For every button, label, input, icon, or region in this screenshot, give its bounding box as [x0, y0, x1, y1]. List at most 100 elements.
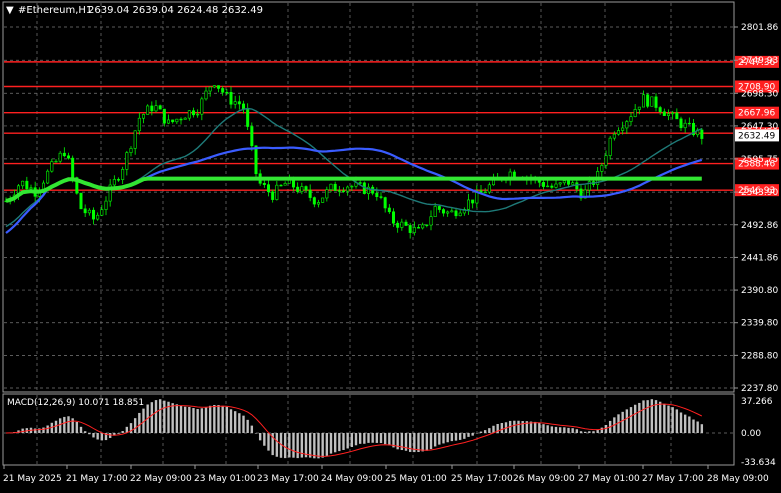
- macd-histogram-bar: [259, 433, 261, 440]
- candle-body: [30, 188, 32, 189]
- macd-histogram-bar: [251, 426, 253, 433]
- candle-body: [571, 183, 573, 185]
- price-tick-label: 2339.80: [741, 319, 778, 329]
- macd-histogram-bar: [596, 430, 598, 433]
- macd-histogram-bar: [446, 433, 448, 442]
- candle-body: [459, 213, 461, 216]
- candle-body: [213, 86, 215, 87]
- macd-histogram-bar: [638, 403, 640, 433]
- candle-body: [417, 227, 419, 228]
- macd-histogram-bar: [359, 433, 361, 444]
- macd-histogram-bar: [163, 401, 165, 433]
- candle-body: [209, 87, 211, 91]
- macd-histogram-bar: [309, 433, 311, 458]
- candle-body: [621, 128, 623, 131]
- candle-body: [438, 206, 440, 209]
- macd-histogram-bar: [134, 418, 136, 433]
- macd-histogram-bar: [63, 417, 65, 433]
- candle-body: [251, 127, 253, 146]
- time-tick-label: 27 May 17:00: [642, 474, 704, 484]
- macd-histogram-bar: [117, 433, 119, 434]
- candle-body: [301, 187, 303, 192]
- macd-histogram-bar: [234, 411, 236, 433]
- candle-body: [384, 198, 386, 208]
- time-tick-label: 27 May 01:00: [578, 474, 640, 484]
- macd-histogram-bar: [501, 423, 503, 433]
- macd-histogram-bar: [326, 433, 328, 456]
- macd-histogram-bar: [338, 433, 340, 451]
- macd-histogram-bar: [101, 433, 103, 440]
- macd-histogram-bar: [292, 433, 294, 458]
- macd-histogram-bar: [517, 421, 519, 433]
- macd-histogram-bar: [646, 400, 648, 433]
- chart-canvas[interactable]: 2747.362708.902667.962635.932588.462546.…: [0, 0, 781, 489]
- macd-histogram-bar: [180, 406, 182, 433]
- candle-body: [359, 183, 361, 184]
- macd-histogram-bar: [76, 422, 78, 433]
- candle-body: [426, 225, 428, 226]
- macd-histogram-bar: [388, 433, 390, 445]
- candle-body: [559, 183, 561, 184]
- macd-histogram-bar: [267, 433, 269, 451]
- candle-body: [605, 156, 607, 166]
- macd-histogram-bar: [330, 433, 332, 454]
- price-tick-label: 2698.30: [741, 89, 778, 99]
- macd-histogram-bar: [542, 424, 544, 433]
- macd-histogram-bar: [205, 407, 207, 433]
- candle-body: [142, 114, 144, 118]
- time-tick-label: 26 May 09:00: [513, 474, 575, 484]
- candle-body: [401, 222, 403, 227]
- candle-body: [405, 222, 407, 225]
- price-tick-label: 2801.86: [741, 23, 778, 33]
- time-tick-label: 21 May 17:00: [66, 474, 128, 484]
- candle-body: [626, 122, 628, 128]
- macd-histogram-bar: [255, 433, 257, 434]
- candle-body: [659, 108, 661, 112]
- macd-axis-label: -33.634: [741, 458, 776, 468]
- time-tick-label: 25 May 17:00: [451, 474, 513, 484]
- candle-body: [421, 225, 423, 228]
- candle-body: [59, 153, 61, 161]
- candle-body: [46, 171, 48, 183]
- price-tick-label: 2492.86: [741, 221, 778, 231]
- level-price-label: 2667.96: [738, 109, 775, 119]
- macd-histogram-bar: [492, 426, 494, 433]
- macd-histogram-bar: [238, 413, 240, 433]
- candle-body: [630, 117, 632, 122]
- macd-axis-label: 0.00: [741, 429, 761, 439]
- candle-body: [163, 109, 165, 123]
- candle-body: [484, 192, 486, 193]
- candle-body: [330, 184, 332, 189]
- candle-body: [667, 114, 669, 116]
- macd-axis-label: 37.266: [741, 397, 773, 407]
- candle-body: [51, 162, 53, 172]
- macd-histogram-bar: [488, 428, 490, 433]
- candle-body: [234, 102, 236, 105]
- candle-body: [205, 91, 207, 99]
- candle-body: [84, 209, 86, 213]
- macd-histogram-bar: [680, 412, 682, 433]
- macd-histogram-bar: [288, 433, 290, 457]
- candle-body: [467, 200, 469, 209]
- macd-histogram-bar: [696, 421, 698, 433]
- macd-histogram-bar: [576, 429, 578, 433]
- candle-body: [180, 119, 182, 120]
- ohlc-readout: 2639.04 2639.04 2624.48 2632.49: [88, 5, 263, 16]
- candle-body: [651, 97, 653, 106]
- macd-histogram-bar: [555, 427, 557, 433]
- candle-body: [671, 113, 673, 114]
- macd-histogram-bar: [96, 433, 98, 439]
- candle-body: [284, 183, 286, 185]
- macd-histogram-bar: [513, 421, 515, 433]
- macd-histogram-bar: [434, 433, 436, 446]
- macd-histogram-bar: [692, 420, 694, 433]
- candle-body: [80, 193, 82, 209]
- trading-chart-window[interactable]: 2747.362708.902667.962635.932588.462546.…: [0, 0, 781, 489]
- candle-body: [267, 185, 269, 192]
- candle-body: [663, 112, 665, 116]
- macd-histogram-bar: [601, 428, 603, 433]
- macd-histogram-bar: [684, 415, 686, 433]
- macd-histogram-bar: [80, 427, 82, 433]
- candle-body: [126, 153, 128, 170]
- menu-triangle-icon[interactable]: ▼: [6, 5, 14, 16]
